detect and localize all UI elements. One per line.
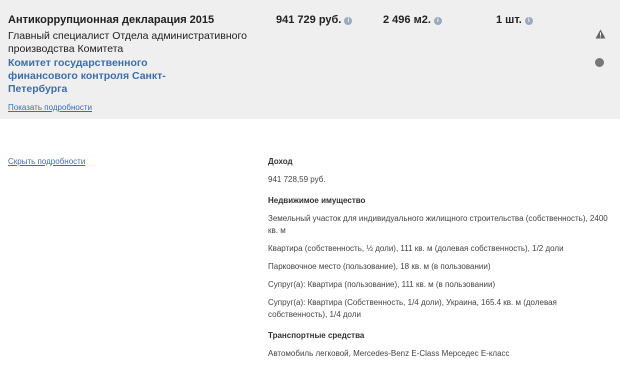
income-heading: Доход: [268, 157, 293, 166]
income-summary: 941 729 руб. i: [276, 14, 353, 26]
area-summary-value: 2 496 м2.: [383, 14, 431, 26]
realty-item: Супруг(а): Квартира (Собственность, 1/4 …: [268, 298, 557, 319]
declaration-title: Антикоррупционная декларация 2015: [8, 14, 215, 26]
info-icon[interactable]: i: [524, 17, 533, 25]
income-value: 941 728,59 руб.: [268, 175, 326, 184]
show-details-link[interactable]: Показать подробности: [8, 103, 92, 112]
realty-item: Земельный участок для индивидуального жи…: [268, 214, 608, 235]
transport-heading: Транспортные средства: [268, 331, 365, 340]
vehicles-summary: 1 шт. i: [496, 14, 533, 26]
warning-icon[interactable]: [595, 29, 606, 39]
realty-item: Квартира (собственность, ½ доли), 111 кв…: [268, 244, 564, 253]
area-summary: 2 496 м2. i: [383, 14, 442, 26]
hide-details-link[interactable]: Скрыть подробности: [8, 157, 85, 166]
realty-heading: Недвижимое имущество: [268, 196, 366, 205]
transport-value: Автомобиль легковой, Mercedes-Benz E-Cla…: [268, 349, 510, 358]
circle-icon[interactable]: [595, 58, 604, 67]
position-text: Главный специалист Отдела административн…: [8, 30, 247, 55]
declaration-details: Доход 941 728,59 руб. Недвижимое имущест…: [268, 150, 613, 360]
declaration-summary-panel: Антикоррупционная декларация 2015 Главны…: [0, 0, 620, 119]
info-icon[interactable]: i: [344, 17, 353, 25]
vehicles-summary-value: 1 шт.: [496, 14, 522, 26]
realty-item: Парковочное место (пользование), 18 кв. …: [268, 262, 491, 271]
organization-link[interactable]: Комитет государственного финансового кон…: [8, 57, 208, 96]
info-icon[interactable]: i: [433, 17, 442, 25]
realty-item: Супруг(а): Квартира (пользование), 111 к…: [268, 280, 496, 289]
income-summary-value: 941 729 руб.: [276, 14, 342, 26]
